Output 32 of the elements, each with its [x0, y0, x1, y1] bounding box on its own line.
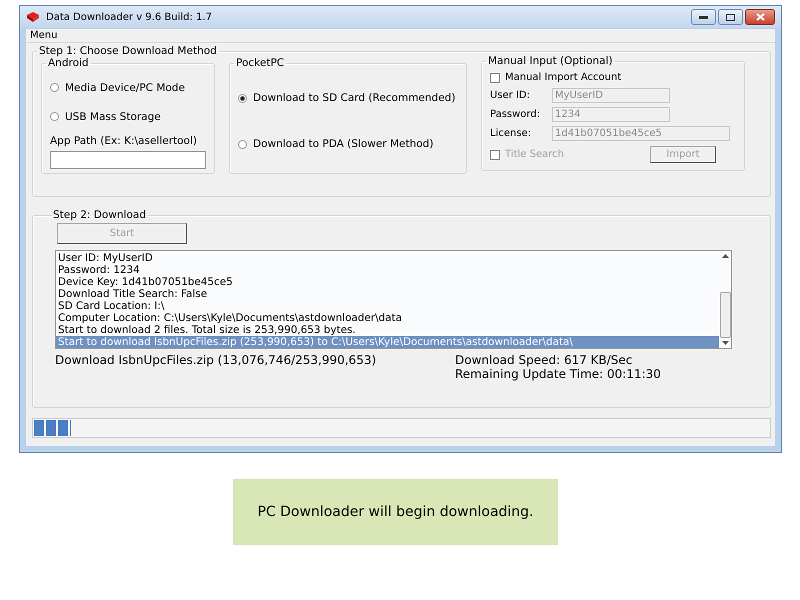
group-title: Step 1: Choose Download Method	[38, 45, 218, 57]
group-title: Step 2: Download	[52, 209, 147, 221]
log-line[interactable]: SD Card Location: I:\	[56, 300, 719, 312]
checkbox-label: Title Search	[505, 149, 564, 160]
field-label: App Path (Ex: K:\asellertool)	[50, 135, 198, 147]
caption-text: PC Downloader will begin downloading.	[257, 504, 534, 520]
option-label: Download to SD Card (Recommended)	[253, 92, 456, 104]
radio-option[interactable]: USB Mass Storage	[50, 102, 206, 131]
remaining-time: Remaining Update Time: 00:11:30	[455, 367, 661, 381]
log-line[interactable]: User ID: MyUserID	[56, 252, 719, 264]
log-line[interactable]: Device Key: 1d41b07051be45ce5	[56, 276, 719, 288]
option-label: Download to PDA (Slower Method)	[253, 138, 434, 150]
log-line[interactable]: Computer Location: C:\Users\Kyle\Documents\astdownloader\data	[56, 312, 719, 324]
field-label: License:	[490, 128, 532, 139]
group-title: Android	[47, 57, 90, 69]
field-label: Password:	[490, 109, 542, 120]
log-line[interactable]: Start to download 2 files. Total size is 253,990,653 bytes.	[56, 324, 719, 336]
option-label: USB Mass Storage	[65, 110, 161, 122]
log-line[interactable]: Download Title Search: False	[56, 288, 719, 300]
log-line[interactable]: Password: 1234	[56, 264, 719, 276]
window-title: Data Downloader v 9.6 Build: 1.7	[46, 12, 212, 22]
group-title: PocketPC	[235, 57, 286, 69]
field-label: User ID:	[490, 90, 531, 101]
download-speed: Download Speed: 617 KB/Sec	[455, 353, 634, 367]
radio-option[interactable]: Media Device/PC Mode	[50, 73, 206, 102]
menu-item[interactable]: Menu	[30, 30, 58, 41]
option-label: Media Device/PC Mode	[65, 82, 185, 94]
group-title: Manual Input (Optional)	[487, 55, 614, 67]
checkbox-label: Manual Import Account	[505, 72, 622, 83]
download-status: Download IsbnUpcFiles.zip (13,076,746/253,990,653)	[55, 353, 378, 369]
radio-option[interactable]: Download to PDA (Slower Method)	[238, 121, 458, 167]
radio-option[interactable]: Download to SD Card (Recommended)	[238, 75, 458, 121]
